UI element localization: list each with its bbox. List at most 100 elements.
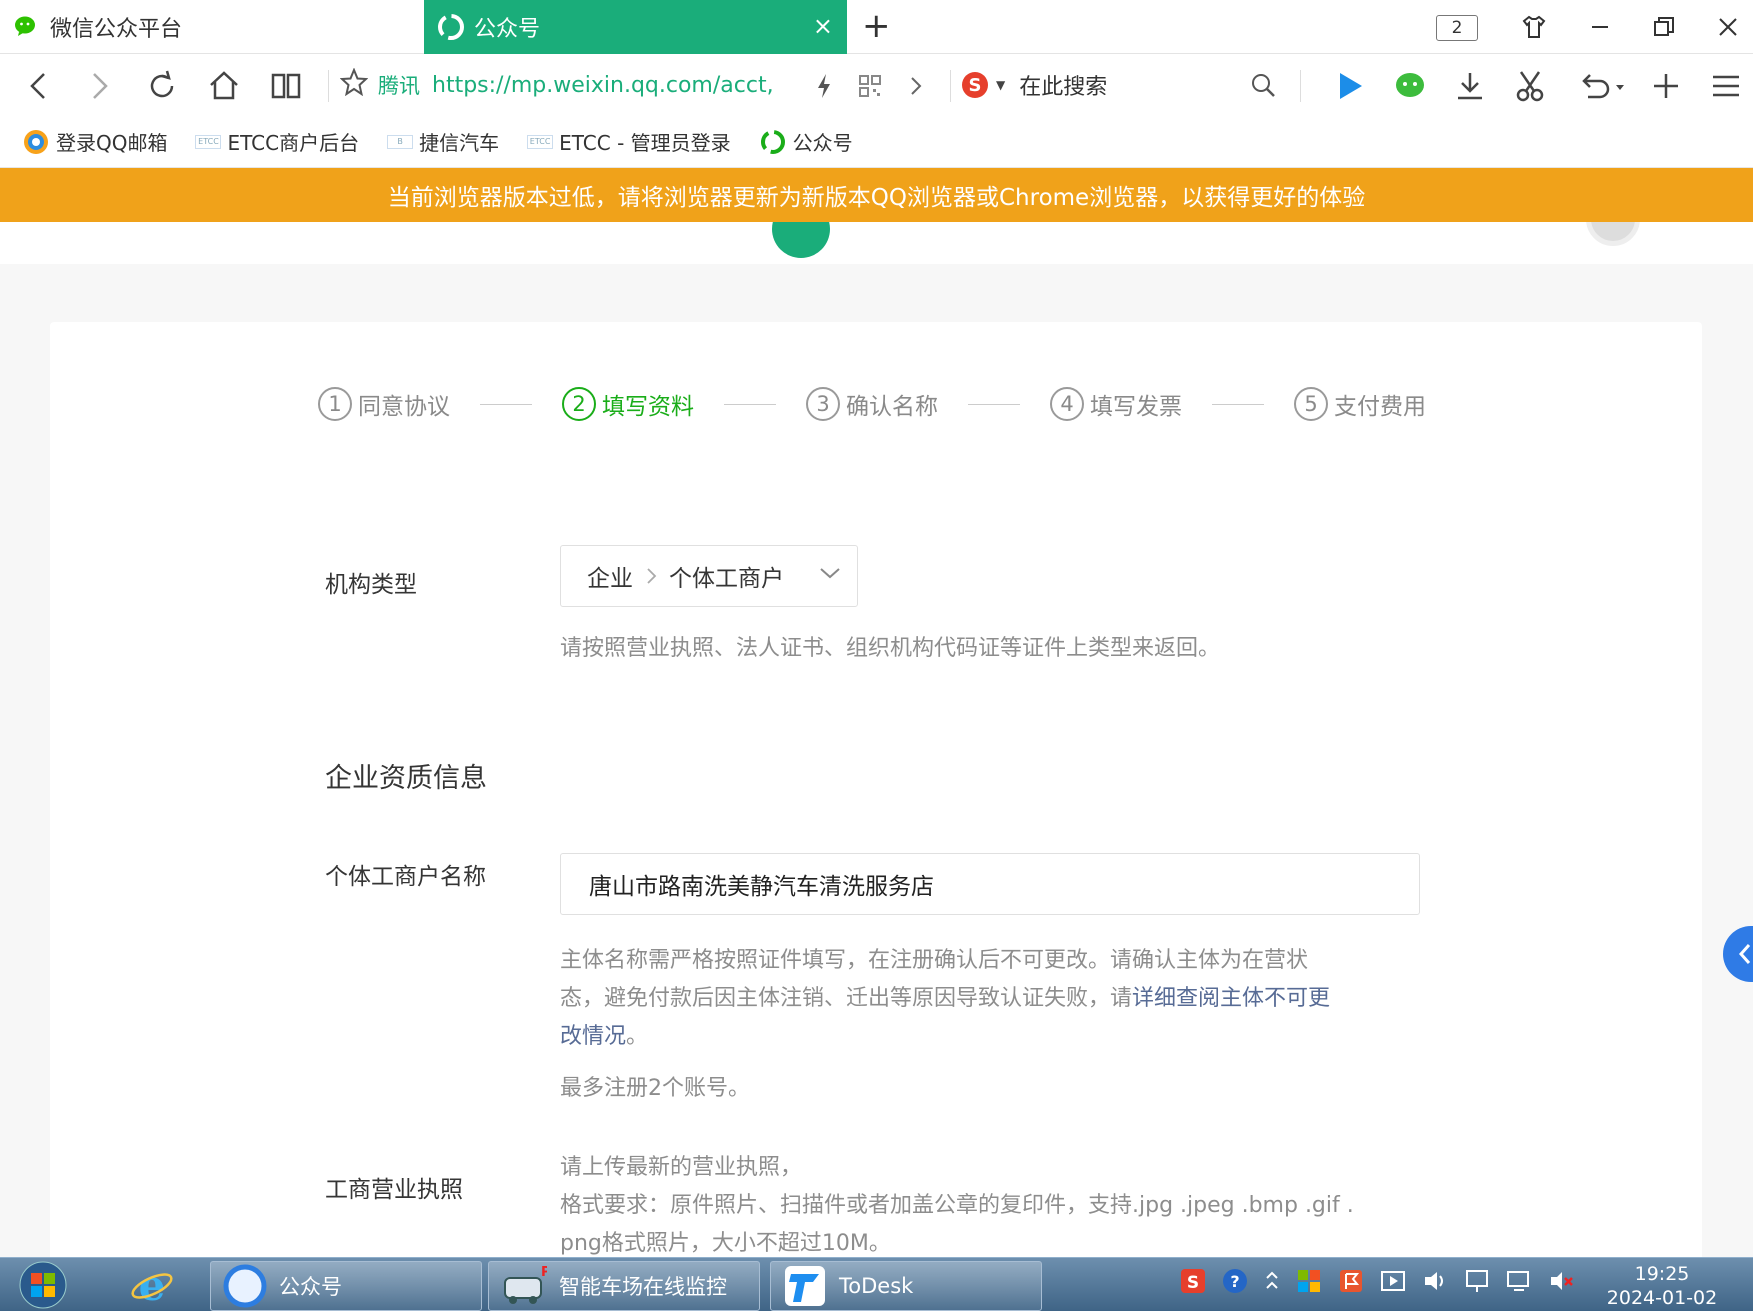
- gongzhonghao-logo-icon: [772, 222, 830, 258]
- home-icon[interactable]: [202, 64, 246, 108]
- minimize-button[interactable]: [1570, 0, 1630, 54]
- menu-icon[interactable]: [1704, 64, 1748, 108]
- registration-steps: 1 同意协议 2 填写资料 3 确认名称 4 填写发票 5 支付费用: [318, 382, 1426, 426]
- flag-icon[interactable]: [1338, 1268, 1364, 1294]
- search-engine-dropdown-icon[interactable]: ▼: [996, 78, 1005, 92]
- bookmark-label: ETCC - 管理员登录: [559, 131, 731, 155]
- search-icon[interactable]: [1250, 72, 1276, 98]
- svg-text:?: ?: [1230, 1272, 1239, 1291]
- system-tray: S ?: [1180, 1268, 1590, 1294]
- close-window-button[interactable]: [1698, 0, 1753, 54]
- chevron-right-icon: [645, 566, 657, 586]
- etcc-favicon-icon: ETCC: [527, 134, 554, 149]
- refresh-icon[interactable]: [140, 64, 184, 108]
- bookmark-label: ETCC商户后台: [227, 131, 360, 155]
- chevron-down-icon: [819, 566, 841, 580]
- step-number: 2: [562, 387, 596, 421]
- qq-browser-icon: [223, 1264, 267, 1308]
- browser-tab-bar: 微信公众平台 公众号 × + 2: [0, 0, 1753, 54]
- volume-icon[interactable]: [1422, 1268, 1448, 1294]
- org-type-select[interactable]: 企业 个体工商户: [560, 545, 858, 607]
- undo-close-icon[interactable]: [1572, 64, 1632, 108]
- network-icon[interactable]: [1464, 1268, 1490, 1294]
- step-label: 填写发票: [1090, 394, 1182, 420]
- tray-expand-icon[interactable]: [1264, 1268, 1280, 1294]
- page-header: [0, 222, 1753, 264]
- bookmark-label: 公众号: [792, 131, 853, 155]
- sogou-ime-icon[interactable]: S: [1180, 1268, 1206, 1294]
- video-play-icon[interactable]: [1328, 64, 1372, 108]
- business-name-label: 个体工商户名称: [325, 864, 486, 890]
- step-invoice: 4 填写发票: [1050, 387, 1182, 421]
- mute-icon[interactable]: [1548, 1268, 1574, 1294]
- tab-gongzhonghao[interactable]: 公众号 ×: [424, 0, 847, 54]
- shirt-skin-icon[interactable]: [1504, 0, 1564, 54]
- taskbar-item-gongzhonghao[interactable]: 公众号: [210, 1261, 482, 1311]
- tencent-brand-label: 腾讯: [378, 74, 420, 98]
- org-type-label: 机构类型: [325, 572, 417, 598]
- media-icon[interactable]: [1380, 1268, 1406, 1294]
- car-icon: P: [501, 1264, 547, 1308]
- clock-date: 2024-01-02: [1606, 1287, 1718, 1309]
- tab-label: 微信公众平台: [50, 17, 183, 42]
- taskbar-item-parking-monitor[interactable]: P 智能车场在线监控: [488, 1261, 760, 1311]
- reading-mode-icon[interactable]: [264, 64, 308, 108]
- bookmark-jiexin[interactable]: B 捷信汽车: [387, 127, 499, 156]
- step-number: 3: [806, 387, 840, 421]
- gongzhonghao-logo-icon: [438, 14, 464, 40]
- help-icon[interactable]: ?: [1222, 1268, 1248, 1294]
- sogou-search-icon[interactable]: S: [960, 70, 990, 100]
- task-label: ToDesk: [839, 1274, 914, 1298]
- step-label: 同意协议: [358, 394, 450, 420]
- add-icon[interactable]: [1644, 64, 1688, 108]
- restore-button[interactable]: [1634, 0, 1694, 54]
- close-tab-icon[interactable]: ×: [813, 12, 833, 40]
- monitor-icon[interactable]: [1506, 1268, 1532, 1294]
- svg-text:S: S: [969, 75, 982, 96]
- org-type-tip: 请按照营业执照、法人证书、组织机构代码证等证件上类型来返回。: [560, 636, 1221, 661]
- bookmark-gongzhonghao[interactable]: 公众号: [759, 127, 853, 156]
- step-label: 支付费用: [1334, 394, 1426, 420]
- address-url[interactable]: https://mp.weixin.qq.com/acct,: [432, 73, 774, 98]
- tip-line: 改情况。: [560, 1024, 649, 1049]
- start-button[interactable]: [8, 1260, 78, 1310]
- entity-change-link[interactable]: 详细查阅主体不可更: [1132, 986, 1330, 1011]
- browser-nav-bar: 腾讯 https://mp.weixin.qq.com/acct, S ▼ 在此…: [0, 54, 1753, 116]
- step-confirm-name: 3 确认名称: [806, 387, 938, 421]
- wechat-icon: [14, 15, 40, 39]
- taskbar-item-todesk[interactable]: ToDesk: [770, 1261, 1042, 1311]
- avatar[interactable]: [1586, 222, 1640, 246]
- search-box[interactable]: S ▼ 在此搜索: [960, 62, 1290, 108]
- qrcode-icon[interactable]: [848, 64, 892, 108]
- internet-explorer-icon[interactable]: e: [122, 1260, 182, 1310]
- windows-update-icon[interactable]: [1296, 1268, 1322, 1294]
- back-icon[interactable]: [16, 64, 60, 108]
- clock-time: 19:25: [1634, 1263, 1690, 1285]
- step-agree: 1 同意协议: [318, 387, 450, 421]
- business-name-input[interactable]: 唐山市路南洗美静汽车清洗服务店: [560, 853, 1420, 915]
- svg-text:e: e: [139, 1262, 166, 1308]
- entity-change-link[interactable]: 改情况: [560, 1024, 626, 1049]
- taskbar-clock[interactable]: 19:25 2024-01-02: [1592, 1262, 1732, 1310]
- expand-arrow-icon[interactable]: [894, 64, 938, 108]
- forward-icon[interactable]: [78, 64, 122, 108]
- org-type-main: 企业: [587, 566, 633, 592]
- scissors-screenshot-icon[interactable]: [1508, 64, 1552, 108]
- download-icon[interactable]: [1448, 64, 1492, 108]
- tab-weixin-platform[interactable]: 微信公众平台: [0, 0, 424, 54]
- svg-text:P: P: [541, 1265, 547, 1280]
- task-label: 智能车场在线监控: [559, 1275, 727, 1299]
- registration-card: [50, 322, 1702, 1262]
- tab-count-badge[interactable]: 2: [1436, 15, 1478, 41]
- jiexin-favicon-icon: B: [387, 134, 414, 149]
- bookmark-qqmail[interactable]: 登录QQ邮箱: [22, 127, 167, 156]
- step-label: 填写资料: [602, 394, 694, 420]
- wechat-icon[interactable]: [1388, 64, 1432, 108]
- etcc-favicon-icon: ETCC: [195, 134, 222, 149]
- bookmark-etcc-admin[interactable]: ETCC ETCC - 管理员登录: [527, 127, 731, 156]
- lightning-icon[interactable]: [802, 64, 846, 108]
- new-tab-button[interactable]: +: [862, 8, 891, 44]
- bookmark-label: 登录QQ邮箱: [56, 131, 168, 155]
- bookmark-etcc-merchant[interactable]: ETCC ETCC商户后台: [195, 127, 359, 156]
- bookmark-star-icon[interactable]: [339, 67, 369, 102]
